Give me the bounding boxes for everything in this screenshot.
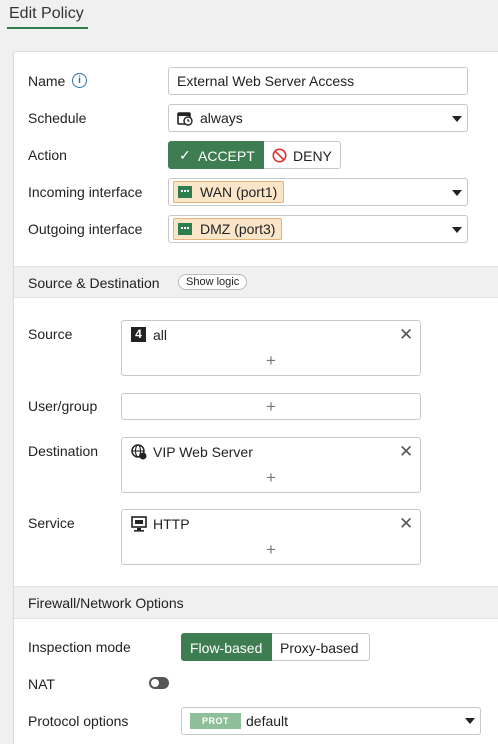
- network-port-icon: [178, 223, 192, 235]
- monitor-icon: [131, 516, 148, 532]
- add-destination-button[interactable]: +: [266, 469, 276, 486]
- protocol-badge: PROT: [190, 713, 241, 729]
- service-field[interactable]: HTTP ✕ +: [121, 509, 421, 565]
- outgoing-interface-value: DMZ (port3): [200, 221, 276, 237]
- chevron-down-icon: [465, 718, 475, 724]
- add-user-group-button[interactable]: +: [266, 398, 276, 415]
- check-icon: ✓: [179, 147, 191, 163]
- deny-button[interactable]: DENY: [264, 141, 341, 169]
- proxy-based-label: Proxy-based: [280, 640, 359, 656]
- incoming-interface-label: Incoming interface: [28, 184, 143, 200]
- show-logic-button[interactable]: Show logic: [178, 274, 248, 290]
- close-icon[interactable]: ✕: [399, 515, 413, 532]
- chevron-down-icon: [452, 227, 462, 233]
- user-group-field[interactable]: +: [121, 393, 421, 420]
- proxy-based-button[interactable]: Proxy-based: [272, 633, 370, 661]
- chevron-down-icon: [452, 190, 462, 196]
- add-source-button[interactable]: +: [266, 352, 276, 369]
- close-icon[interactable]: ✕: [399, 443, 413, 460]
- incoming-interface-select[interactable]: WAN (port1): [168, 178, 468, 206]
- protocol-options-label: Protocol options: [28, 713, 129, 729]
- section-title: Source & Destination: [28, 275, 160, 291]
- incoming-interface-value: WAN (port1): [200, 184, 278, 200]
- accept-label: ACCEPT: [198, 148, 255, 164]
- title-underline: [7, 27, 88, 29]
- schedule-label: Schedule: [28, 110, 87, 126]
- destination-value: VIP Web Server: [153, 444, 253, 460]
- info-icon[interactable]: i: [72, 73, 87, 88]
- protocol-options-select[interactable]: PROT default: [181, 707, 481, 735]
- section-header-source-destination: Source & Destination Show logic: [14, 266, 498, 298]
- action-label: Action: [28, 147, 67, 163]
- schedule-value: always: [200, 110, 243, 126]
- deny-label: DENY: [293, 148, 332, 164]
- page-title: Edit Policy: [9, 5, 84, 22]
- schedule-select[interactable]: always: [168, 104, 468, 132]
- outgoing-interface-select[interactable]: DMZ (port3): [168, 215, 468, 243]
- outgoing-interface-label: Outgoing interface: [28, 221, 143, 237]
- globe-vip-icon: [131, 444, 147, 460]
- add-service-button[interactable]: +: [266, 541, 276, 558]
- section-header-firewall-network: Firewall/Network Options: [14, 586, 498, 619]
- service-label: Service: [28, 515, 75, 531]
- destination-field[interactable]: VIP Web Server ✕ +: [121, 437, 421, 493]
- name-input[interactable]: External Web Server Access: [168, 67, 468, 95]
- name-label: Name: [28, 73, 66, 89]
- close-icon[interactable]: ✕: [399, 326, 413, 343]
- address-icon: 4: [131, 327, 146, 342]
- destination-label: Destination: [28, 443, 99, 459]
- interface-tag: WAN (port1): [173, 181, 285, 203]
- nat-toggle[interactable]: [149, 677, 169, 689]
- network-port-icon: [178, 186, 192, 198]
- user-group-label: User/group: [28, 398, 98, 414]
- flow-based-label: Flow-based: [190, 640, 263, 656]
- service-value: HTTP: [153, 516, 190, 532]
- protocol-value: default: [246, 713, 289, 729]
- nat-label: NAT: [28, 676, 55, 692]
- accept-button[interactable]: ✓ ACCEPT: [168, 141, 264, 169]
- source-label: Source: [28, 326, 73, 342]
- prohibited-icon: [272, 148, 287, 163]
- inspection-mode-label: Inspection mode: [28, 639, 131, 655]
- flow-based-button[interactable]: Flow-based: [181, 633, 272, 661]
- chevron-down-icon: [452, 116, 462, 122]
- source-field[interactable]: 4 all ✕ +: [121, 320, 421, 376]
- source-value: all: [153, 327, 168, 343]
- section-title: Firewall/Network Options: [28, 595, 184, 611]
- interface-tag: DMZ (port3): [173, 218, 283, 240]
- name-input-value: External Web Server Access: [177, 73, 355, 89]
- toggle-knob: [151, 679, 159, 687]
- calendar-clock-icon: [177, 111, 193, 126]
